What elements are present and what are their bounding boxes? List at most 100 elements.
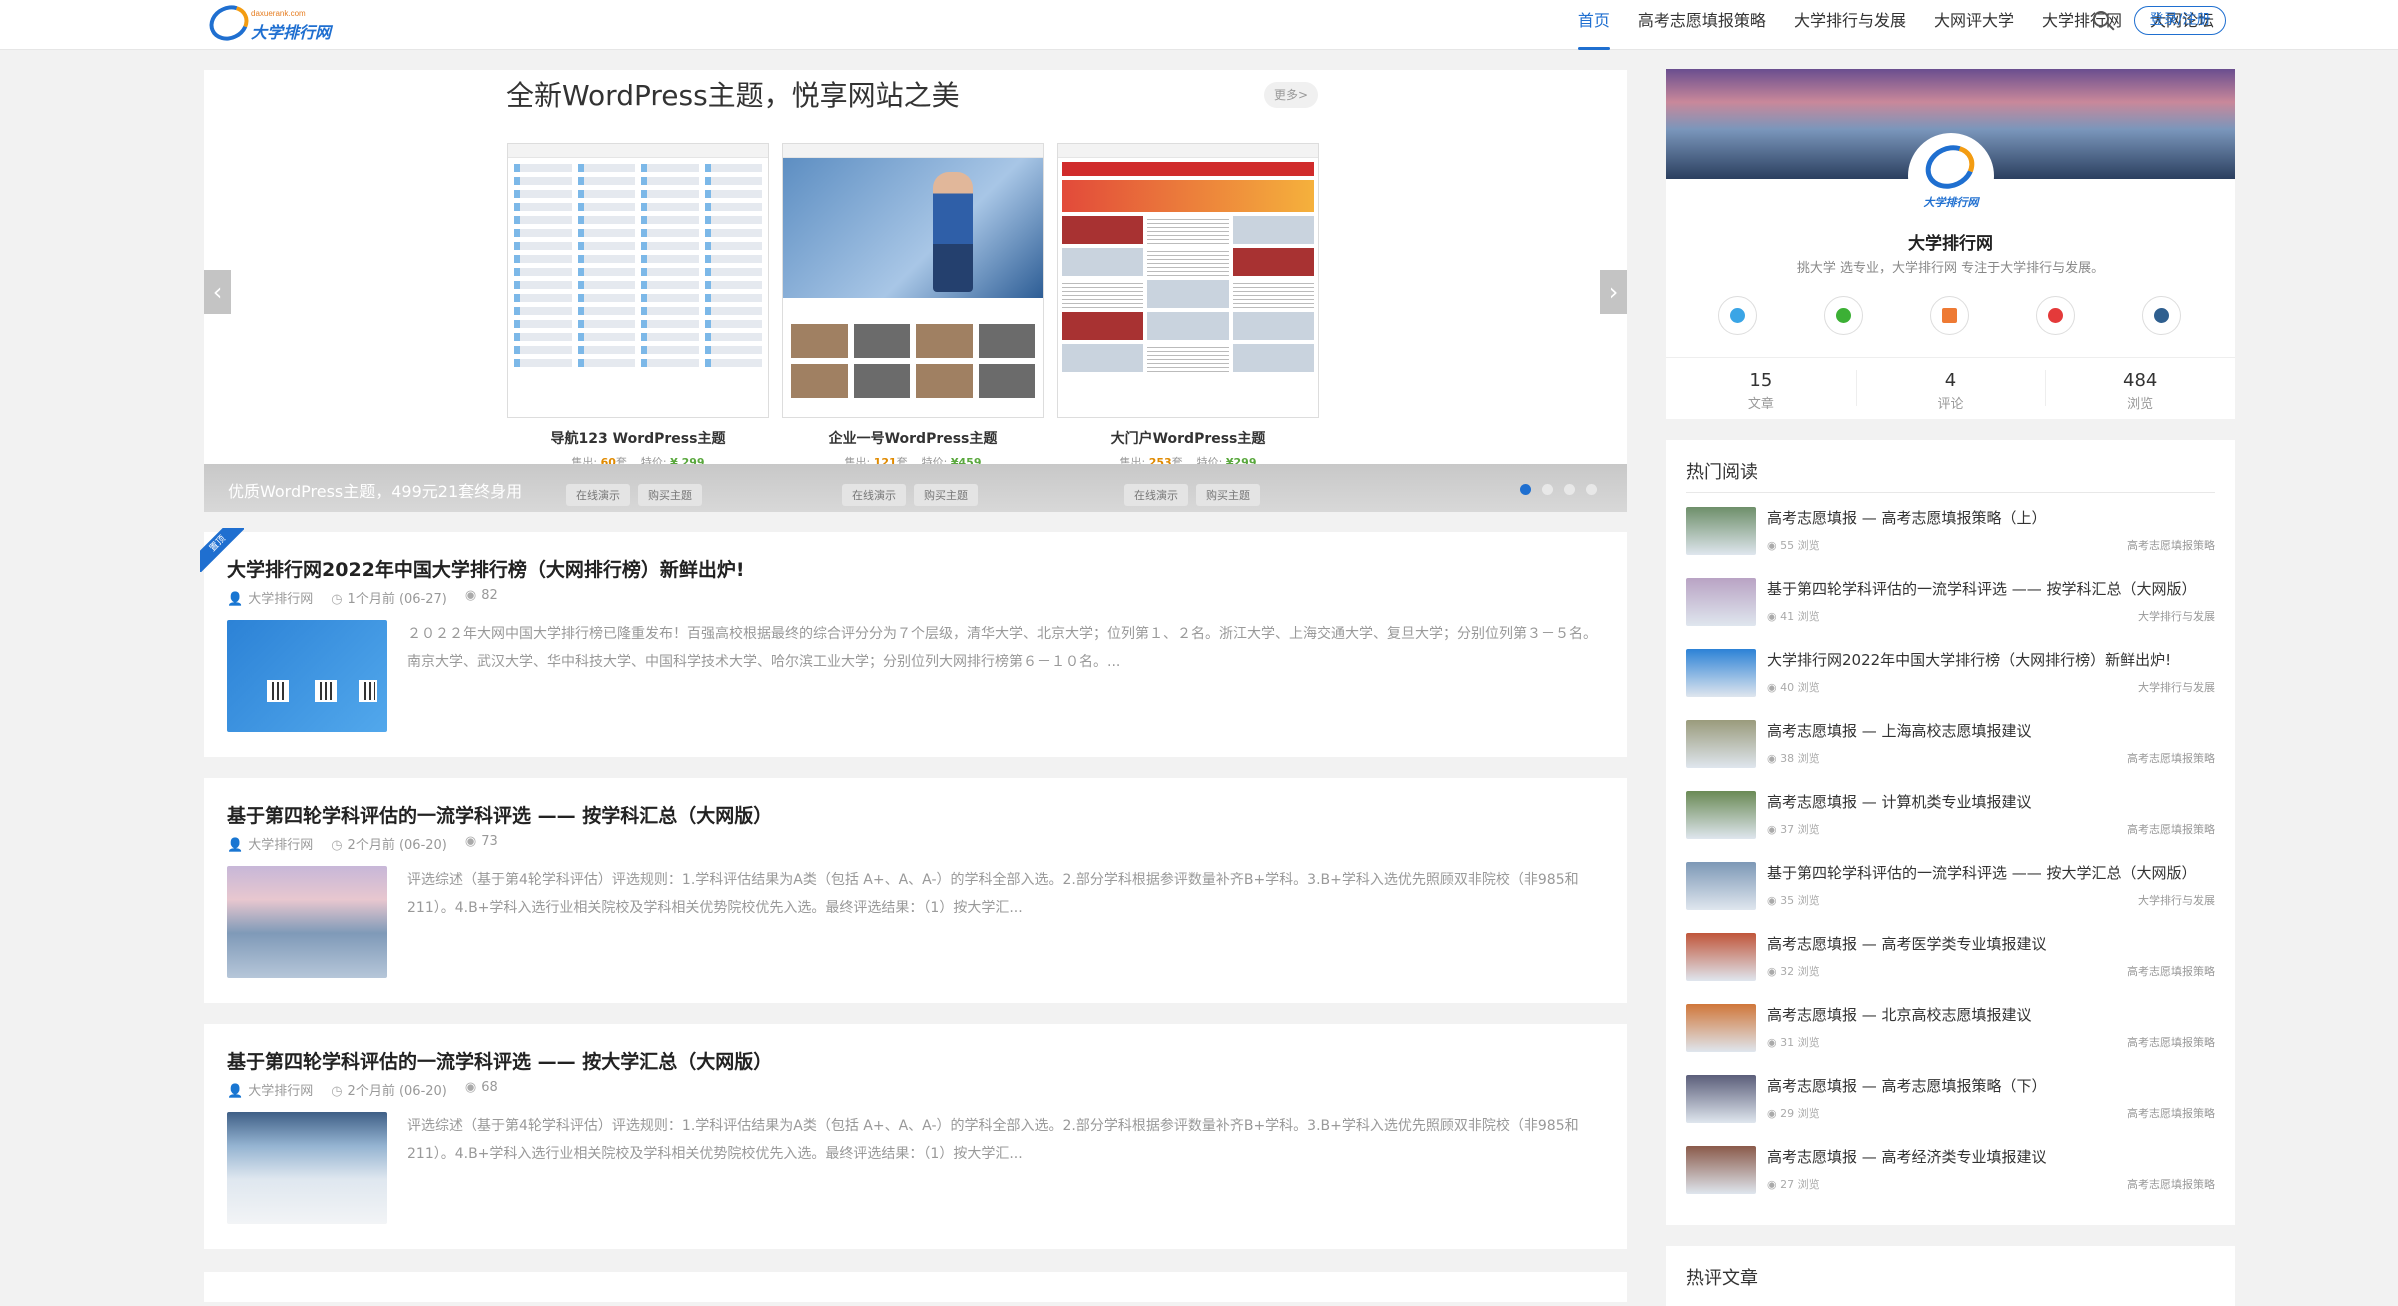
nav-ranking-development[interactable]: 大学排行与发展 (1780, 0, 1920, 50)
hot-read-thumbnail[interactable] (1686, 1075, 1756, 1123)
theme-card[interactable]: 导航123 WordPress主题 售出: 60套 特价: ¥ 299 (507, 143, 769, 470)
post-title[interactable]: 基于第四轮学科评估的一流学科评选 —— 按学科汇总（大网版） (227, 801, 772, 828)
hot-read-title[interactable]: 高考志愿填报 — 高考经济类专业填报建议 (1767, 1146, 2217, 1167)
post-excerpt: 评选综述（基于第4轮学科评估）评选规则：1.学科评估结果为A类（包括 A+、A、… (407, 872, 1579, 916)
hot-read-category[interactable]: 高考志愿填报策略 (2127, 1176, 2215, 1192)
post-author[interactable]: 大学排行网 (248, 592, 313, 607)
eye-icon: ◉ (464, 1080, 477, 1095)
search-icon[interactable] (2090, 8, 2116, 34)
theme-screenshot[interactable] (782, 143, 1044, 418)
post-title[interactable]: 大学排行网2022年中国大学排行榜（大网排行榜）新鲜出炉! (227, 555, 745, 582)
post-title[interactable]: 基于第四轮学科评估的一流学科评选 —— 按大学汇总（大网版） (227, 1047, 772, 1074)
post-card (204, 1272, 1627, 1302)
hot-read-thumbnail[interactable] (1686, 791, 1756, 839)
slider-dot[interactable] (1586, 484, 1597, 495)
hot-read-title[interactable]: 高考志愿填报 — 高考志愿填报策略（上） (1767, 507, 2217, 528)
hot-read-item[interactable]: 基于第四轮学科评估的一流学科评选 —— 按大学汇总（大网版） ◉ 35 浏览 大学排… (1686, 858, 2215, 916)
theme-name[interactable]: 企业一号WordPress主题 (782, 428, 1044, 448)
post-views: 73 (481, 834, 498, 849)
wechat-icon[interactable] (1824, 296, 1863, 335)
hot-read-title[interactable]: 高考志愿填报 — 高考医学类专业填报建议 (1767, 933, 2217, 954)
site-logo[interactable]: daxuerank.com 大学排行网 (203, 0, 335, 47)
post-date: 1个月前 (06-27) (347, 592, 447, 607)
theme-card[interactable]: 大门户WordPress主题 售出: 253套 特价: ¥299 (1057, 143, 1319, 470)
hot-read-thumbnail[interactable] (1686, 578, 1756, 626)
hot-read-category[interactable]: 高考志愿填报策略 (2127, 1105, 2215, 1121)
hot-read-views: ◉ 31 浏览 (1767, 1036, 1820, 1049)
hot-read-category[interactable]: 大学排行与发展 (2138, 608, 2215, 624)
post-thumbnail[interactable] (227, 620, 387, 732)
hot-read-thumbnail[interactable] (1686, 1146, 1756, 1194)
post-thumbnail[interactable] (227, 866, 387, 978)
nav-daxue-rank[interactable]: 大学排行网 (2028, 0, 2136, 50)
theme-name[interactable]: 大门户WordPress主题 (1057, 428, 1319, 448)
hot-read-views: ◉ 40 浏览 (1767, 681, 1820, 694)
theme-card[interactable]: 企业一号WordPress主题 售出: 121套 特价: ¥459 (782, 143, 1044, 470)
hot-read-thumbnail[interactable] (1686, 1004, 1756, 1052)
slider-prev-icon[interactable]: ‹ (204, 270, 231, 314)
theme-name[interactable]: 导航123 WordPress主题 (507, 428, 769, 448)
hot-read-title[interactable]: 基于第四轮学科评估的一流学科评选 —— 按大学汇总（大网版） (1767, 862, 2217, 883)
hot-read-views: ◉ 37 浏览 (1767, 823, 1820, 836)
demo-button[interactable]: 在线演示 (1124, 484, 1188, 506)
hot-read-thumbnail[interactable] (1686, 862, 1756, 910)
hot-read-item[interactable]: 高考志愿填报 — 上海高校志愿填报建议 ◉ 38 浏览 高考志愿填报策略 (1686, 716, 2215, 774)
buy-button[interactable]: 购买主题 (638, 484, 702, 506)
hot-read-item[interactable]: 高考志愿填报 — 北京高校志愿填报建议 ◉ 31 浏览 高考志愿填报策略 (1686, 1000, 2215, 1058)
demo-button[interactable]: 在线演示 (566, 484, 630, 506)
qq-icon[interactable] (1718, 296, 1757, 335)
hot-read-thumbnail[interactable] (1686, 720, 1756, 768)
hot-read-title[interactable]: 高考志愿填报 — 上海高校志愿填报建议 (1767, 720, 2217, 741)
slider-next-icon[interactable]: › (1600, 270, 1627, 314)
nav-review-university[interactable]: 大网评大学 (1920, 0, 2028, 50)
hot-read-views: ◉ 32 浏览 (1767, 965, 1820, 978)
post-author[interactable]: 大学排行网 (248, 1084, 313, 1099)
slider-dot[interactable] (1542, 484, 1553, 495)
hot-read-item[interactable]: 高考志愿填报 — 高考志愿填报策略（下） ◉ 29 浏览 高考志愿填报策略 (1686, 1071, 2215, 1129)
nav-gaokao-strategy[interactable]: 高考志愿填报策略 (1624, 0, 1780, 50)
hot-read-category[interactable]: 高考志愿填报策略 (2127, 537, 2215, 553)
hot-read-thumbnail[interactable] (1686, 933, 1756, 981)
hot-read-title[interactable]: 高考志愿填报 — 计算机类专业填报建议 (1767, 791, 2217, 812)
buy-button[interactable]: 购买主题 (1196, 484, 1260, 506)
hot-read-title[interactable]: 大学排行网2022年中国大学排行榜（大网排行榜）新鲜出炉! (1767, 649, 2217, 670)
hot-read-thumbnail[interactable] (1686, 649, 1756, 697)
nav-home[interactable]: 首页 (1564, 0, 1624, 50)
hot-read-category[interactable]: 大学排行与发展 (2138, 679, 2215, 695)
hot-read-item[interactable]: 高考志愿填报 — 高考经济类专业填报建议 ◉ 27 浏览 高考志愿填报策略 (1686, 1142, 2215, 1200)
hot-read-category[interactable]: 高考志愿填报策略 (2127, 821, 2215, 837)
slider-dot[interactable] (1564, 484, 1575, 495)
logo-text: 大学排行网 (251, 23, 332, 42)
slider-title: 全新WordPress主题，悦享网站之美 (506, 79, 960, 112)
hot-read-views: ◉ 38 浏览 (1767, 752, 1820, 765)
post-meta: 👤 大学排行网 ◷ 1个月前 (06-27) ◉ 82 (227, 588, 498, 607)
hot-read-category[interactable]: 高考志愿填报策略 (2127, 963, 2215, 979)
avatar[interactable]: 大学排行网 (1908, 133, 1994, 219)
theme-screenshot[interactable] (1057, 143, 1319, 418)
slider-more-button[interactable]: 更多> (1264, 82, 1318, 108)
post-author[interactable]: 大学排行网 (248, 838, 313, 853)
demo-button[interactable]: 在线演示 (842, 484, 906, 506)
theme-screenshot[interactable] (507, 143, 769, 418)
hot-read-title[interactable]: 基于第四轮学科评估的一流学科评选 —— 按学科汇总（大网版） (1767, 578, 2217, 599)
login-register-button[interactable]: 登录/注册 (2134, 6, 2226, 35)
hot-read-category[interactable]: 高考志愿填报策略 (2127, 1034, 2215, 1050)
buy-button[interactable]: 购买主题 (914, 484, 978, 506)
mail-icon[interactable] (1930, 296, 1969, 335)
hot-read-thumbnail[interactable] (1686, 507, 1756, 555)
hot-read-item[interactable]: 高考志愿填报 — 计算机类专业填报建议 ◉ 37 浏览 高考志愿填报策略 (1686, 787, 2215, 845)
slider-dot[interactable] (1520, 484, 1531, 495)
hot-read-category[interactable]: 大学排行与发展 (2138, 892, 2215, 908)
post-date: 2个月前 (06-20) (347, 838, 447, 853)
hot-read-title[interactable]: 高考志愿填报 — 北京高校志愿填报建议 (1767, 1004, 2217, 1025)
hot-read-item[interactable]: 高考志愿填报 — 高考医学类专业填报建议 ◉ 32 浏览 高考志愿填报策略 (1686, 929, 2215, 987)
hot-read-category[interactable]: 高考志愿填报策略 (2127, 750, 2215, 766)
hot-read-item[interactable]: 基于第四轮学科评估的一流学科评选 —— 按学科汇总（大网版） ◉ 41 浏览 大学排… (1686, 574, 2215, 632)
hot-read-item[interactable]: 大学排行网2022年中国大学排行榜（大网排行榜）新鲜出炉! ◉ 40 浏览 大学排行… (1686, 645, 2215, 703)
hot-read-title[interactable]: 高考志愿填报 — 高考志愿填报策略（下） (1767, 1075, 2217, 1096)
hot-read-item[interactable]: 高考志愿填报 — 高考志愿填报策略（上） ◉ 55 浏览 高考志愿填报策略 (1686, 503, 2215, 561)
post-thumbnail[interactable] (227, 1112, 387, 1224)
user-icon[interactable] (2142, 296, 2181, 335)
eye-icon: ◉ (1767, 610, 1781, 623)
weibo-icon[interactable] (2036, 296, 2075, 335)
